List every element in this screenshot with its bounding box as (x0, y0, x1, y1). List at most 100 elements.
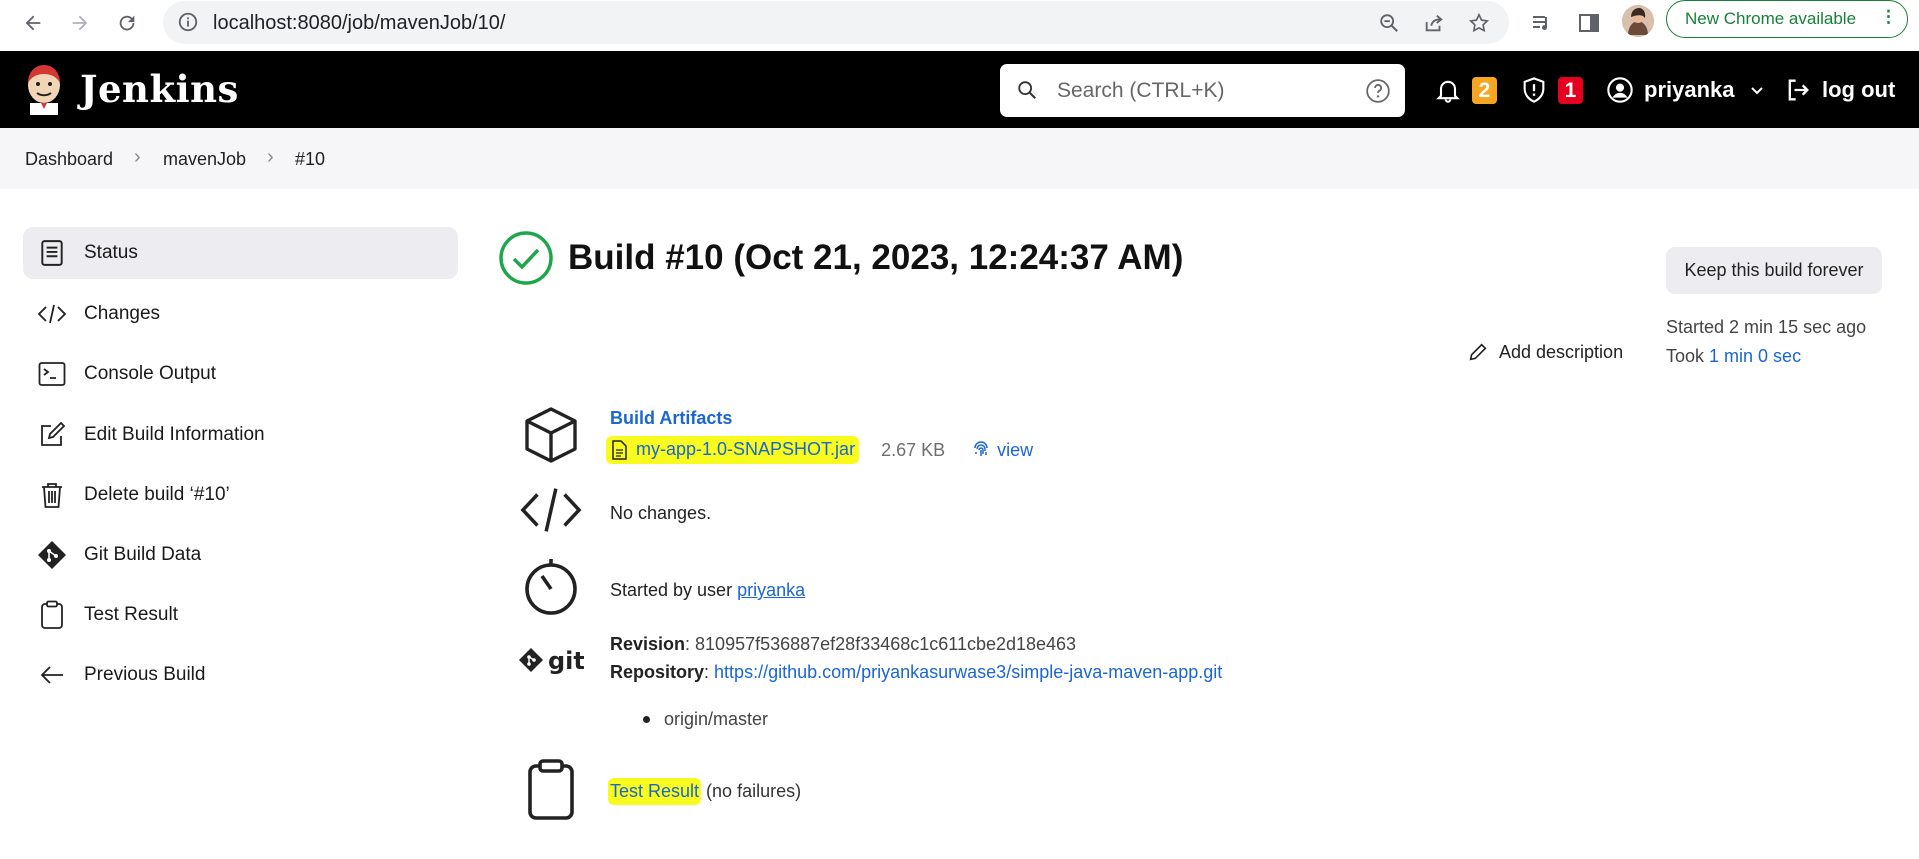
took-value-link[interactable]: 1 min 0 sec (1709, 346, 1801, 366)
app-title: Jenkins (80, 67, 239, 111)
branch-name: origin/master (664, 709, 769, 729)
breadcrumb-job[interactable]: mavenJob (163, 149, 246, 170)
share-icon[interactable] (1420, 9, 1448, 37)
jenkins-logo-icon (28, 65, 60, 115)
logout-label: log out (1822, 77, 1896, 102)
branch-list-item: origin/master (643, 709, 768, 730)
add-description-button[interactable]: Add description (1467, 341, 1623, 363)
sidebar-item-label: Edit Build Information (84, 424, 265, 445)
artifact-size: 2.67 KB (881, 439, 946, 460)
address-bar[interactable]: localhost:8080/job/mavenJob/10/ (163, 1, 1509, 44)
test-result-link[interactable]: Test Result (610, 781, 699, 801)
breadcrumb: Dashboard › mavenJob › #10 (0, 128, 1919, 189)
breadcrumb-build[interactable]: #10 (295, 149, 325, 170)
revision-label: Revision (610, 634, 686, 654)
svg-text:git: git (548, 647, 584, 675)
sidebar-item-delete-build[interactable]: Delete build ‘#10’ (23, 469, 458, 521)
notifications-badge: 2 (1472, 76, 1497, 104)
forward-icon[interactable] (63, 6, 97, 40)
repository-sep: : (704, 662, 715, 682)
took-prefix: Took (1666, 346, 1710, 366)
timer-icon (520, 556, 582, 618)
search-box[interactable] (1000, 64, 1405, 117)
sidebar-item-label: Status (84, 242, 138, 263)
fingerprint-icon[interactable] (971, 440, 991, 460)
notifications-button[interactable]: 2 (1434, 76, 1497, 104)
code-icon (37, 299, 67, 329)
test-result-summary: Test Result (no failures) (608, 778, 802, 805)
started-by-text: Started by user priyanka (610, 580, 805, 601)
help-icon[interactable] (1365, 78, 1391, 109)
logout-button[interactable]: log out (1784, 76, 1895, 104)
repository-link[interactable]: https://github.com/priyankasurwase3/simp… (714, 662, 1222, 682)
zoom-icon[interactable] (1375, 9, 1403, 37)
security-badge: 1 (1558, 76, 1583, 104)
revision-value: : 810957f536887ef28f33468c1c611cbe2d18e4… (685, 634, 1077, 654)
sidebar-item-label: Delete build ‘#10’ (84, 484, 230, 505)
artifact-row: my-app-1.0-SNAPSHOT.jar 2.67 KB view (606, 436, 1033, 464)
file-icon (612, 439, 627, 460)
sidebar-item-previous-build[interactable]: Previous Build (23, 649, 458, 701)
sidebar-item-git-build-data[interactable]: Git Build Data (23, 529, 458, 581)
chrome-update-button[interactable]: New Chrome available ⋮ (1666, 0, 1908, 38)
update-label: New Chrome available (1685, 9, 1857, 28)
build-started-time: Started 2 min 15 sec ago (1666, 317, 1867, 337)
artifact-jar-link[interactable]: my-app-1.0-SNAPSHOT.jar (636, 439, 855, 460)
git-icon (37, 540, 67, 570)
back-icon[interactable] (16, 6, 50, 40)
page-title: Build #10 (Oct 21, 2023, 12:24:37 AM) (568, 238, 1184, 277)
browser-toolbar: localhost:8080/job/mavenJob/10/ New Chro… (0, 0, 1919, 52)
success-check-icon (499, 231, 553, 285)
bell-icon (1436, 80, 1460, 103)
edit-icon (37, 420, 67, 450)
sidebar-item-edit-build-information[interactable]: Edit Build Information (23, 409, 458, 461)
more-menu-icon[interactable]: ⋮ (1880, 7, 1897, 27)
side-panel-icon[interactable] (1574, 8, 1604, 38)
user-icon (1607, 77, 1633, 103)
build-artifacts-link[interactable]: Build Artifacts (610, 408, 732, 428)
artifact-view-link[interactable]: view (997, 440, 1033, 461)
media-controls-icon[interactable] (1527, 8, 1557, 38)
build-artifacts-section: Build Artifacts (610, 408, 732, 429)
chevron-down-icon (1750, 87, 1763, 95)
sidebar-item-status[interactable]: Status (23, 227, 458, 279)
reload-icon[interactable] (110, 6, 144, 40)
package-icon (520, 404, 582, 466)
user-menu[interactable]: priyanka (1606, 76, 1765, 104)
no-changes-text: No changes. (610, 503, 712, 523)
sidebar-item-label: Test Result (84, 604, 178, 625)
git-repository: Repository: https://github.com/priyankas… (610, 662, 1222, 683)
clipboard-icon (37, 600, 67, 630)
site-info-icon[interactable] (177, 11, 199, 38)
status-icon (37, 238, 67, 268)
arrow-left-icon (37, 660, 67, 690)
started-by-user-link[interactable]: priyanka (737, 580, 805, 600)
git-revision: Revision: 810957f536887ef28f33468c1c611c… (610, 634, 1076, 655)
keep-build-forever-button[interactable]: Keep this build forever (1666, 247, 1882, 294)
git-logo-icon: git (518, 631, 584, 693)
artifact-highlight: my-app-1.0-SNAPSHOT.jar (606, 436, 860, 464)
trash-icon (37, 480, 67, 510)
sidebar-item-console-output[interactable]: Console Output (23, 348, 458, 400)
started-by-prefix: Started by user (610, 580, 738, 600)
breadcrumb-dashboard[interactable]: Dashboard (25, 149, 113, 170)
sidebar-item-label: Changes (84, 303, 161, 324)
test-result-highlight: Test Result (608, 778, 702, 805)
test-result-note: (no failures) (701, 781, 802, 801)
sidebar-item-test-result[interactable]: Test Result (23, 589, 458, 641)
jenkins-home-link[interactable]: Jenkins (24, 63, 239, 115)
security-button[interactable]: 1 (1520, 76, 1583, 104)
bookmark-star-icon[interactable] (1465, 9, 1493, 37)
jenkins-header: Jenkins 2 1 priyanka log out (0, 51, 1919, 128)
search-input[interactable] (1055, 74, 1359, 108)
url-text[interactable]: localhost:8080/job/mavenJob/10/ (213, 12, 505, 35)
sidebar-item-changes[interactable]: Changes (23, 288, 458, 340)
code-icon (520, 479, 582, 541)
sidebar-item-label: Console Output (84, 363, 217, 384)
sidebar-item-label: Git Build Data (84, 544, 202, 565)
logout-icon (1788, 79, 1809, 101)
search-icon (1016, 79, 1038, 106)
chevron-right-icon: › (267, 146, 274, 168)
profile-avatar[interactable] (1622, 5, 1654, 37)
sidebar-item-label: Previous Build (84, 664, 206, 685)
